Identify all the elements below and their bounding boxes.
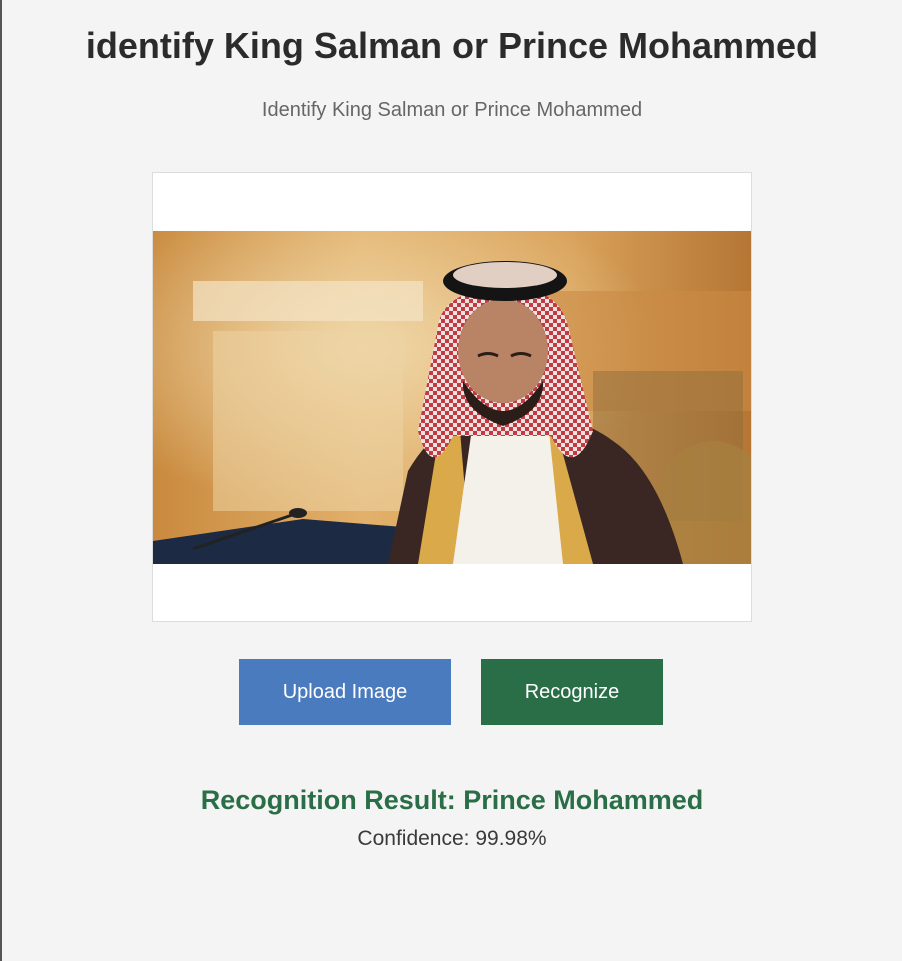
upload-image-button[interactable]: Upload Image (239, 659, 451, 725)
confidence-score: Confidence: 99.98% (357, 827, 547, 850)
recognition-result: Recognition Result: Prince Mohammed (200, 785, 704, 815)
uploaded-photo (153, 231, 751, 564)
recognize-button[interactable]: Recognize (481, 659, 663, 725)
page-title: identify King Salman or Prince Mohammed (85, 25, 819, 66)
recognition-app: identify King Salman or Prince Mohammed … (2, 0, 902, 961)
page-subtitle: Identify King Salman or Prince Mohammed (261, 99, 643, 121)
image-preview-container (152, 172, 752, 622)
